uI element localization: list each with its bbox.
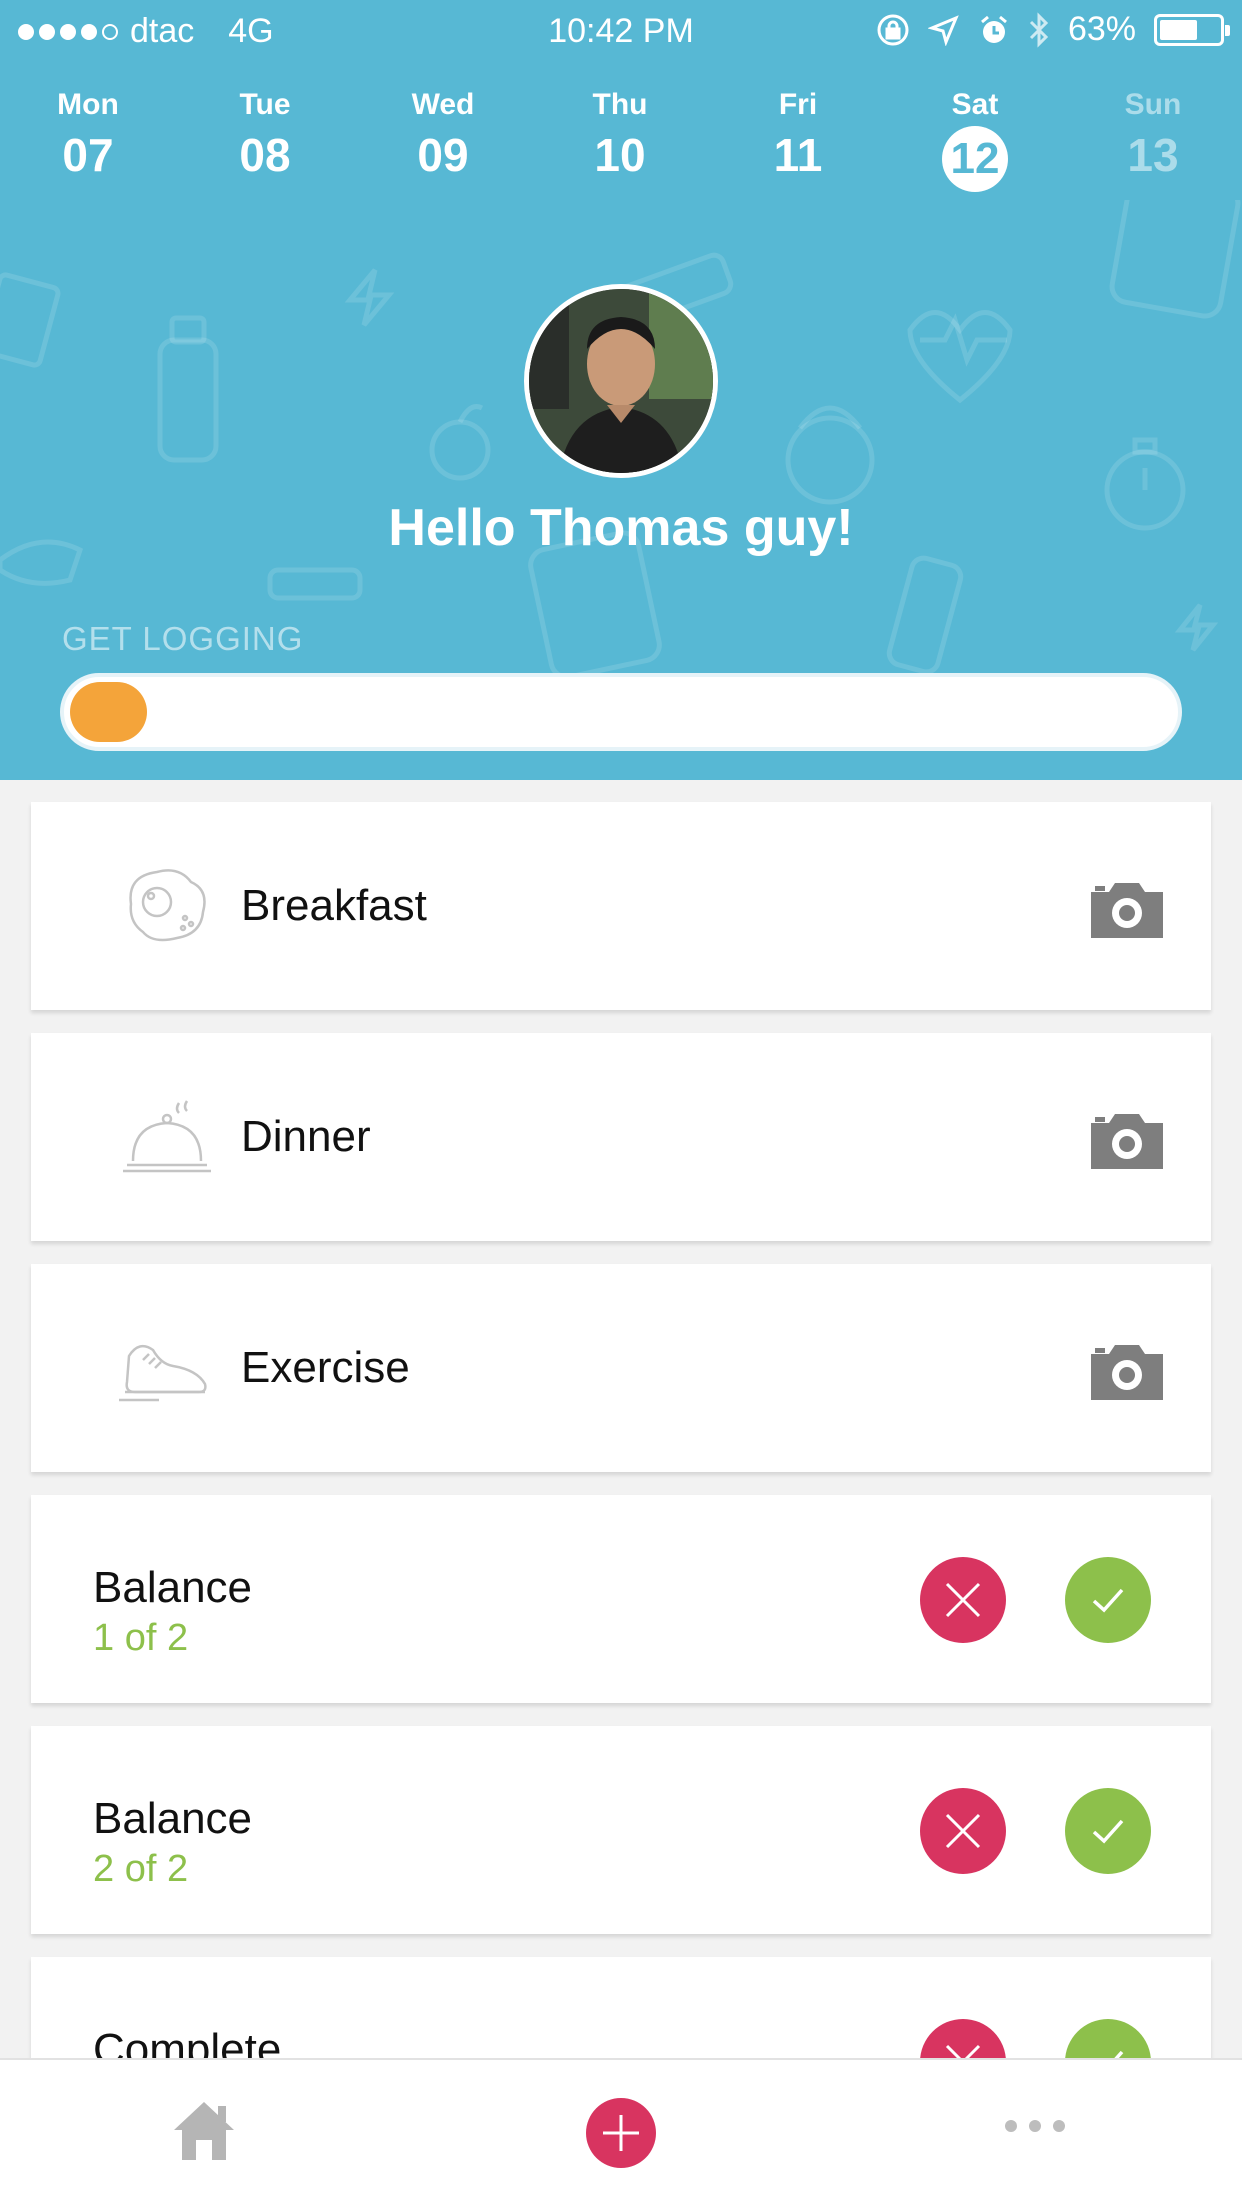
log-card-label: Exercise [241,1343,410,1392]
log-card-label: Dinner [241,1112,371,1161]
log-card-label: Breakfast [241,881,427,930]
logging-progress-bar [60,673,1182,751]
close-icon [945,1813,981,1849]
day-name: Sun [1124,88,1182,121]
day-number: 11 [773,129,823,181]
plus-icon [603,2115,639,2151]
location-icon [927,14,959,46]
accept-button[interactable] [1065,1557,1151,1643]
battery-icon [1154,13,1230,46]
greeting-text: Hello Thomas guy! [388,499,854,557]
battery-percent: 63% [1067,10,1136,48]
avatar[interactable] [524,284,718,478]
sneaker-icon [119,1344,207,1402]
reject-button[interactable] [920,1788,1006,1874]
bluetooth-icon [1029,11,1049,48]
get-logging-label: GET LOGGING [62,620,304,657]
day-number: 12 [950,134,1000,183]
day-tue[interactable]: Tue 08 [205,88,325,182]
day-thu[interactable]: Thu 10 [560,88,680,182]
week-day-selector: Mon 07 Tue 08 Wed 09 Thu 10 Fri 11 Sat 12 Sun 13 [0,88,1242,198]
reject-button[interactable] [920,1557,1006,1643]
balance-title: Balance [93,1563,253,1612]
log-card-dinner[interactable]: Dinner [31,1033,1211,1241]
day-name: Tue [239,88,291,121]
cloche-icon [123,1100,211,1173]
day-name: Mon [57,88,119,121]
selected-day-indicator: 12 [942,126,1008,192]
day-fri[interactable]: Fri 11 [738,88,858,182]
day-name: Fri [778,88,818,121]
add-button[interactable] [586,2098,656,2168]
day-name: Wed [411,88,475,121]
fried-egg-icon [129,869,206,942]
checkmark-icon [1092,1588,1124,1613]
camera-icon[interactable] [1087,1111,1167,1171]
day-mon[interactable]: Mon 07 [28,88,148,182]
balance-title: Balance [93,1794,253,1843]
rotation-lock-icon [877,14,909,45]
profile-photo [529,289,713,473]
logging-progress-fill [70,682,147,742]
close-icon [945,1582,981,1618]
day-number: 08 [239,129,291,181]
log-card-breakfast[interactable]: Breakfast [31,802,1211,1010]
day-number: 10 [594,129,646,181]
alarm-icon [980,15,1007,43]
accept-button[interactable] [1065,1788,1151,1874]
balance-progress: 2 of 2 [93,1848,189,1890]
header: dtac 4G 10:42 PM 63% Mon 07 Tue 08 Wed 09 Thu 1… [0,0,1242,780]
day-wed[interactable]: Wed 09 [383,88,503,182]
day-number: 07 [62,129,114,181]
home-icon[interactable] [172,2098,236,2162]
day-sat[interactable]: Sat 12 [915,88,1035,192]
balance-card: Balance 2 of 2 [31,1726,1211,1934]
checkmark-icon [1092,1819,1124,1844]
balance-progress: 1 of 2 [93,1617,189,1659]
day-name: Thu [592,88,648,121]
status-bar: dtac 4G 10:42 PM 63% [0,0,1242,62]
day-number: 09 [417,129,469,181]
camera-icon[interactable] [1087,1342,1167,1402]
log-card-exercise[interactable]: Exercise [31,1264,1211,1472]
day-number: 13 [1127,129,1179,181]
camera-icon[interactable] [1087,880,1167,940]
bottom-tab-bar [0,2058,1242,2208]
balance-card: Balance 1 of 2 [31,1495,1211,1703]
more-icon[interactable] [1005,2120,1065,2136]
day-name: Sat [951,88,999,121]
day-sun[interactable]: Sun 13 [1093,88,1213,182]
